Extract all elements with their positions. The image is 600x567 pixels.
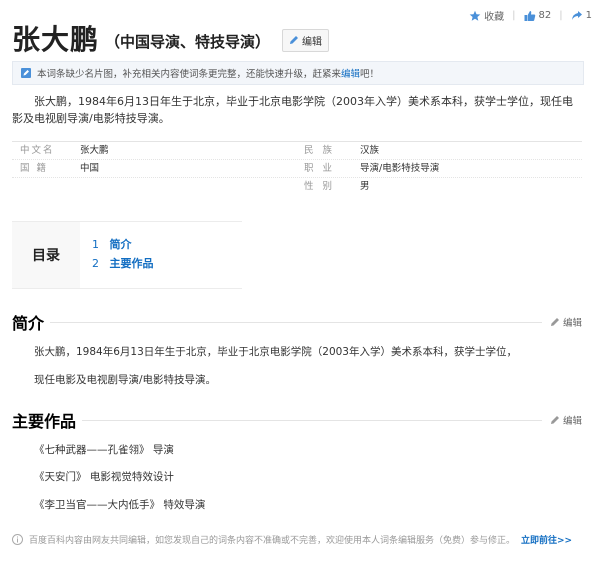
- pencil-icon: [550, 318, 559, 326]
- divider: |: [512, 10, 516, 21]
- info-value: 张大鹏: [80, 145, 109, 156]
- edit-button[interactable]: 编辑: [282, 28, 330, 52]
- divider: [82, 419, 542, 421]
- info-icon: [12, 534, 23, 545]
- like-button[interactable]: 82: [524, 10, 552, 22]
- info-value: 中国: [80, 163, 100, 174]
- list-item: 《天安门》 电影视觉特效设计: [34, 471, 174, 483]
- paragraph: 现任电影及电视剧导演/电影特技导演。: [34, 374, 217, 386]
- section-title: 简介: [12, 310, 51, 334]
- info-name: 民 族: [304, 145, 336, 156]
- toc-label: 目录: [12, 222, 80, 288]
- footer-notice: 百度百科内容由网友共同编辑，如您发现自己的词条内容不准确或不完善，欢迎使用本人词…: [12, 533, 572, 546]
- info-name: 职 业: [304, 163, 336, 174]
- collect-button[interactable]: 收藏: [469, 8, 504, 23]
- section-edit-button[interactable]: 编辑: [541, 315, 582, 329]
- info-value: 汉族: [360, 145, 380, 156]
- basic-info-table: 中文名 张大鹏 民 族 汉族 国 籍 中国 职 业 导演/电影特技导演 性 别 …: [12, 141, 582, 195]
- paragraph: 张大鹏，1984年6月13日年生于北京，毕业于北京电影学院（2003年入学）美术…: [34, 346, 517, 358]
- footer-text: 百度百科内容由网友共同编辑，如您发现自己的词条内容不准确或不完善，欢迎使用本人词…: [29, 536, 516, 546]
- thumbs-up-icon: [524, 10, 535, 21]
- table-of-contents: 目录 1 简介 2 主要作品: [12, 221, 242, 289]
- toc-item-number: 2: [92, 257, 99, 270]
- section-edit-button[interactable]: 编辑: [541, 413, 582, 427]
- edit-button-label: 编辑: [302, 36, 323, 48]
- pencil-icon: [290, 36, 299, 44]
- info-value: [80, 178, 290, 195]
- title-row: 张大鹏 （中国导演、特技导演） 编辑: [12, 18, 330, 58]
- toc-item-intro[interactable]: 1 简介: [92, 235, 154, 254]
- notice-tail: 吧！: [360, 69, 380, 80]
- basic-info-row: 性 别 男: [12, 178, 582, 195]
- notice-text: 本词条缺少名片图，补充相关内容使词条更完整，还能快速升级，赶紧来: [37, 69, 342, 80]
- divider: [50, 321, 542, 323]
- basic-info-row: 中文名 张大鹏 民 族 汉族: [12, 141, 582, 160]
- pencil-icon: [550, 416, 559, 424]
- basic-info-row: 国 籍 中国 职 业 导演/电影特技导演: [12, 160, 582, 178]
- toc-item-number: 1: [92, 238, 99, 251]
- info-value: 男: [360, 181, 370, 192]
- section-header-intro: 简介 编辑: [12, 310, 582, 334]
- toc-item-label: 简介: [109, 238, 132, 251]
- footer-link[interactable]: 立即前往>>: [521, 533, 572, 546]
- notice-edit-link[interactable]: 编辑: [341, 66, 360, 80]
- toc-item-label: 主要作品: [109, 257, 154, 270]
- list-item: 《七种武器——孔雀翎》 导演: [34, 444, 174, 456]
- divider: |: [559, 10, 563, 21]
- like-count: 82: [538, 10, 552, 21]
- collect-label: 收藏: [484, 12, 505, 23]
- info-name: [12, 178, 80, 195]
- star-icon: [469, 10, 481, 21]
- pencil-icon: [21, 68, 31, 78]
- info-name: 性 别: [304, 181, 336, 192]
- info-value: 导演/电影特技导演: [360, 163, 440, 174]
- section-edit-label: 编辑: [562, 416, 582, 427]
- section-header-works: 主要作品 编辑: [12, 408, 582, 432]
- page-title: 张大鹏: [12, 23, 100, 56]
- section-title: 主要作品: [12, 408, 83, 432]
- missing-image-notice: 本词条缺少名片图，补充相关内容使词条更完整，还能快速升级，赶紧来 编辑 吧！: [12, 61, 584, 85]
- toc-item-works[interactable]: 2 主要作品: [92, 254, 154, 273]
- page-subtitle: （中国导演、特技导演）: [105, 32, 271, 51]
- info-name: 国 籍: [20, 163, 49, 174]
- toc-list: 1 简介 2 主要作品: [80, 222, 154, 288]
- info-name: 中文名: [20, 145, 55, 156]
- share-button[interactable]: 1: [571, 10, 592, 22]
- top-actions: 收藏 | 82 | 1: [469, 8, 592, 23]
- list-item: 《李卫当官——大内低手》 特效导演: [34, 499, 206, 511]
- share-count: 1: [585, 10, 592, 21]
- share-icon: [571, 10, 582, 20]
- section-edit-label: 编辑: [562, 318, 582, 329]
- lemma-summary: 张大鹏，1984年6月13日年生于北京，毕业于北京电影学院（2003年入学）美术…: [12, 95, 573, 125]
